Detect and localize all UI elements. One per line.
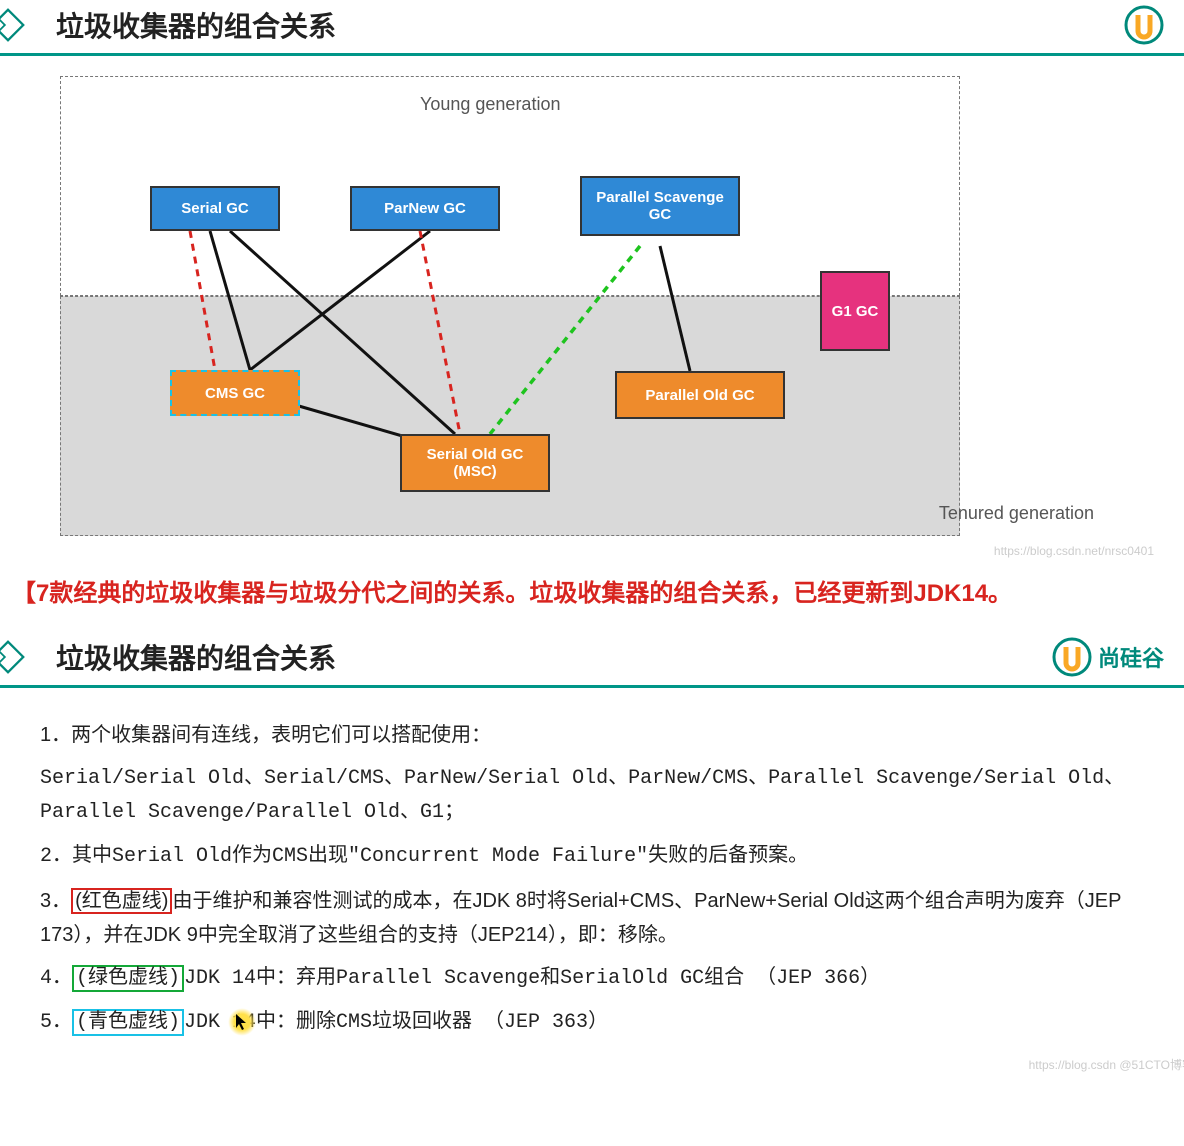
point-2: 2．其中Serial Old作为CMS出现"Concurrent Mode Fa… — [40, 840, 1144, 874]
serial-old-gc-box: Serial Old GC (MSC) — [400, 434, 550, 492]
slide-2: 垃圾收集器的组合关系 尚硅谷 1．两个收集器间有连线，表明它们可以搭配使用： S… — [0, 632, 1184, 1070]
slide2-content: 1．两个收集器间有连线，表明它们可以搭配使用： Serial/Serial Ol… — [0, 688, 1184, 1070]
point-4-lead: 4． — [40, 967, 72, 990]
caption-text: 【7款经典的垃圾收集器与垃圾分代之间的关系。垃圾收集器的组合关系，已经更新到JD… — [0, 546, 1184, 632]
slide-1: 垃圾收集器的组合关系 Young generation Tenured gene… — [0, 0, 1184, 536]
point-4-body: JDK 14中：弃用Parallel Scavenge和SerialOld GC… — [184, 967, 880, 990]
point-3-body: 由于维护和兼容性测试的成本，在JDK 8时将Serial+CMS、ParNew+… — [40, 890, 1121, 946]
green-dash-tag: (绿色虚线) — [72, 965, 184, 992]
diamond-icon — [0, 639, 26, 675]
brand-logo-icon — [1052, 637, 1092, 677]
watermark-1: https://blog.csdn.net/nrsc0401 — [994, 544, 1154, 558]
parallel-old-gc-box: Parallel Old GC — [615, 371, 785, 419]
point-1-body: Serial/Serial Old、Serial/CMS、ParNew/Seri… — [40, 762, 1144, 830]
point-5: 5．(青色虚线)JDK 14中：删除CMS垃圾回收器 （JEP 363） — [40, 1006, 1144, 1040]
cms-gc-box: CMS GC — [170, 370, 300, 416]
point-3: 3．(红色虚线)由于维护和兼容性测试的成本，在JDK 8时将Serial+CMS… — [40, 884, 1144, 952]
parallel-scavenge-gc-box: Parallel Scavenge GC — [580, 176, 740, 236]
slide2-header: 垃圾收集器的组合关系 尚硅谷 — [0, 632, 1184, 688]
serial-gc-box: Serial GC — [150, 186, 280, 231]
cyan-dash-tag: (青色虚线) — [72, 1009, 184, 1036]
tenured-gen-label: Tenured generation — [939, 503, 1094, 524]
point-5-lead: 5． — [40, 1011, 72, 1034]
cursor-arrow-icon — [234, 1012, 250, 1032]
point-3-lead: 3． — [40, 890, 71, 912]
slide1-title: 垃圾收集器的组合关系 — [56, 5, 1124, 45]
gc-diagram: Young generation Tenured generation Seri… — [60, 76, 1124, 536]
parnew-gc-box: ParNew GC — [350, 186, 500, 231]
diamond-icon — [0, 7, 26, 43]
brand-logo-icon — [1124, 5, 1164, 45]
slide1-header: 垃圾收集器的组合关系 — [0, 0, 1184, 56]
g1-gc-box: G1 GC — [820, 271, 890, 351]
brand-name: 尚硅谷 — [1098, 641, 1164, 673]
point-4: 4．(绿色虚线)JDK 14中：弃用Parallel Scavenge和Seri… — [40, 962, 1144, 996]
young-gen-label: Young generation — [420, 94, 560, 115]
red-dash-tag: (红色虚线) — [71, 888, 172, 914]
slide2-title: 垃圾收集器的组合关系 — [56, 637, 1052, 677]
watermark-2: https://blog.csdn @51CTO博客 — [1029, 1055, 1184, 1075]
point-1-lead: 1．两个收集器间有连线，表明它们可以搭配使用： — [40, 718, 1144, 752]
